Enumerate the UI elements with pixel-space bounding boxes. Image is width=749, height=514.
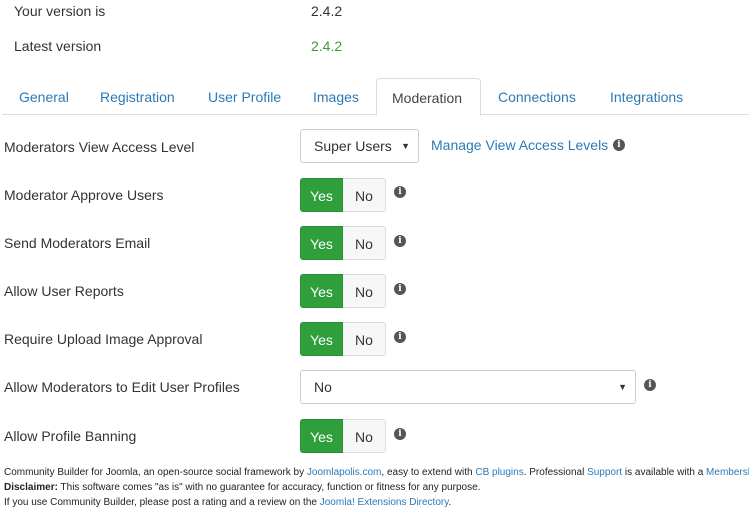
footer-text: Community Builder for Joomla, an open-so… <box>4 467 307 478</box>
info-circle-icon[interactable]: i <box>644 379 656 391</box>
tab-general[interactable]: General <box>4 78 84 115</box>
disclaimer-label: Disclaimer: <box>4 482 58 493</box>
image-approval-toggle: Yes No <box>300 322 386 356</box>
footer-line-1: Community Builder for Joomla, an open-so… <box>4 467 749 478</box>
your-version-value: 2.4.2 <box>311 3 343 19</box>
footer-text: . Professional <box>523 467 588 478</box>
caret-down-icon: ▼ <box>618 382 627 392</box>
send-email-label: Send Moderators Email <box>4 235 151 251</box>
info-circle-icon[interactable]: i <box>613 139 625 151</box>
send-email-no-button[interactable]: No <box>343 226 386 260</box>
joomla-extensions-directory-link[interactable]: Joomla! Extensions Directory <box>320 497 449 508</box>
info-circle-icon[interactable]: i <box>394 283 406 295</box>
view-access-select[interactable]: Super Users ▼ <box>300 129 419 163</box>
your-version-label: Your version is <box>14 3 106 19</box>
info-circle-icon[interactable]: i <box>394 331 406 343</box>
info-circle-icon[interactable]: i <box>394 428 406 440</box>
tab-connections[interactable]: Connections <box>483 78 591 115</box>
view-access-label: Moderators View Access Level <box>4 139 195 155</box>
latest-version-label: Latest version <box>14 38 102 54</box>
image-approval-yes-button[interactable]: Yes <box>300 322 343 356</box>
tab-moderation[interactable]: Moderation <box>376 78 481 116</box>
latest-version-value: 2.4.2 <box>311 38 343 54</box>
approve-users-toggle: Yes No <box>300 178 386 212</box>
profile-banning-no-button[interactable]: No <box>343 419 386 453</box>
footer-line-3: If you use Community Builder, please pos… <box>4 497 451 508</box>
disclaimer-text: This software comes "as is" with no guar… <box>57 482 481 493</box>
send-email-toggle: Yes No <box>300 226 386 260</box>
approve-users-no-button[interactable]: No <box>343 178 386 212</box>
footer-disclaimer: Disclaimer: This software comes "as is" … <box>4 482 480 493</box>
footer-text: , easy to extend with <box>381 467 476 478</box>
edit-profiles-value: No <box>314 379 332 395</box>
info-circle-icon[interactable]: i <box>394 186 406 198</box>
support-link[interactable]: Support <box>587 467 622 478</box>
edit-profiles-label: Allow Moderators to Edit User Profiles <box>4 379 240 395</box>
settings-tabs: General Registration User Profile Images… <box>2 78 749 116</box>
cb-plugins-link[interactable]: CB plugins <box>475 467 523 478</box>
manage-view-access-levels-link[interactable]: Manage View Access Levels <box>431 137 608 153</box>
tab-integrations[interactable]: Integrations <box>595 78 698 115</box>
send-email-yes-button[interactable]: Yes <box>300 226 343 260</box>
caret-down-icon: ▼ <box>401 141 410 151</box>
footer-text: If you use Community Builder, please pos… <box>4 497 320 508</box>
membership-link[interactable]: Membership <box>706 467 749 478</box>
joomlapolis-link[interactable]: Joomlapolis.com <box>307 467 381 478</box>
approve-users-yes-button[interactable]: Yes <box>300 178 343 212</box>
user-reports-yes-button[interactable]: Yes <box>300 274 343 308</box>
footer-text: . <box>448 497 452 508</box>
profile-banning-label: Allow Profile Banning <box>4 428 137 444</box>
user-reports-label: Allow User Reports <box>4 283 124 299</box>
approve-users-label: Moderator Approve Users <box>4 187 164 203</box>
profile-banning-toggle: Yes No <box>300 419 386 453</box>
profile-banning-yes-button[interactable]: Yes <box>300 419 343 453</box>
info-circle-icon[interactable]: i <box>394 235 406 247</box>
user-reports-toggle: Yes No <box>300 274 386 308</box>
footer-text: is available with a <box>622 467 707 478</box>
tab-registration[interactable]: Registration <box>85 78 190 115</box>
tab-images[interactable]: Images <box>298 78 374 115</box>
edit-profiles-select[interactable]: No ▼ <box>300 370 636 404</box>
view-access-value: Super Users <box>314 138 392 154</box>
tab-user-profile[interactable]: User Profile <box>193 78 296 115</box>
user-reports-no-button[interactable]: No <box>343 274 386 308</box>
image-approval-label: Require Upload Image Approval <box>4 331 203 347</box>
image-approval-no-button[interactable]: No <box>343 322 386 356</box>
